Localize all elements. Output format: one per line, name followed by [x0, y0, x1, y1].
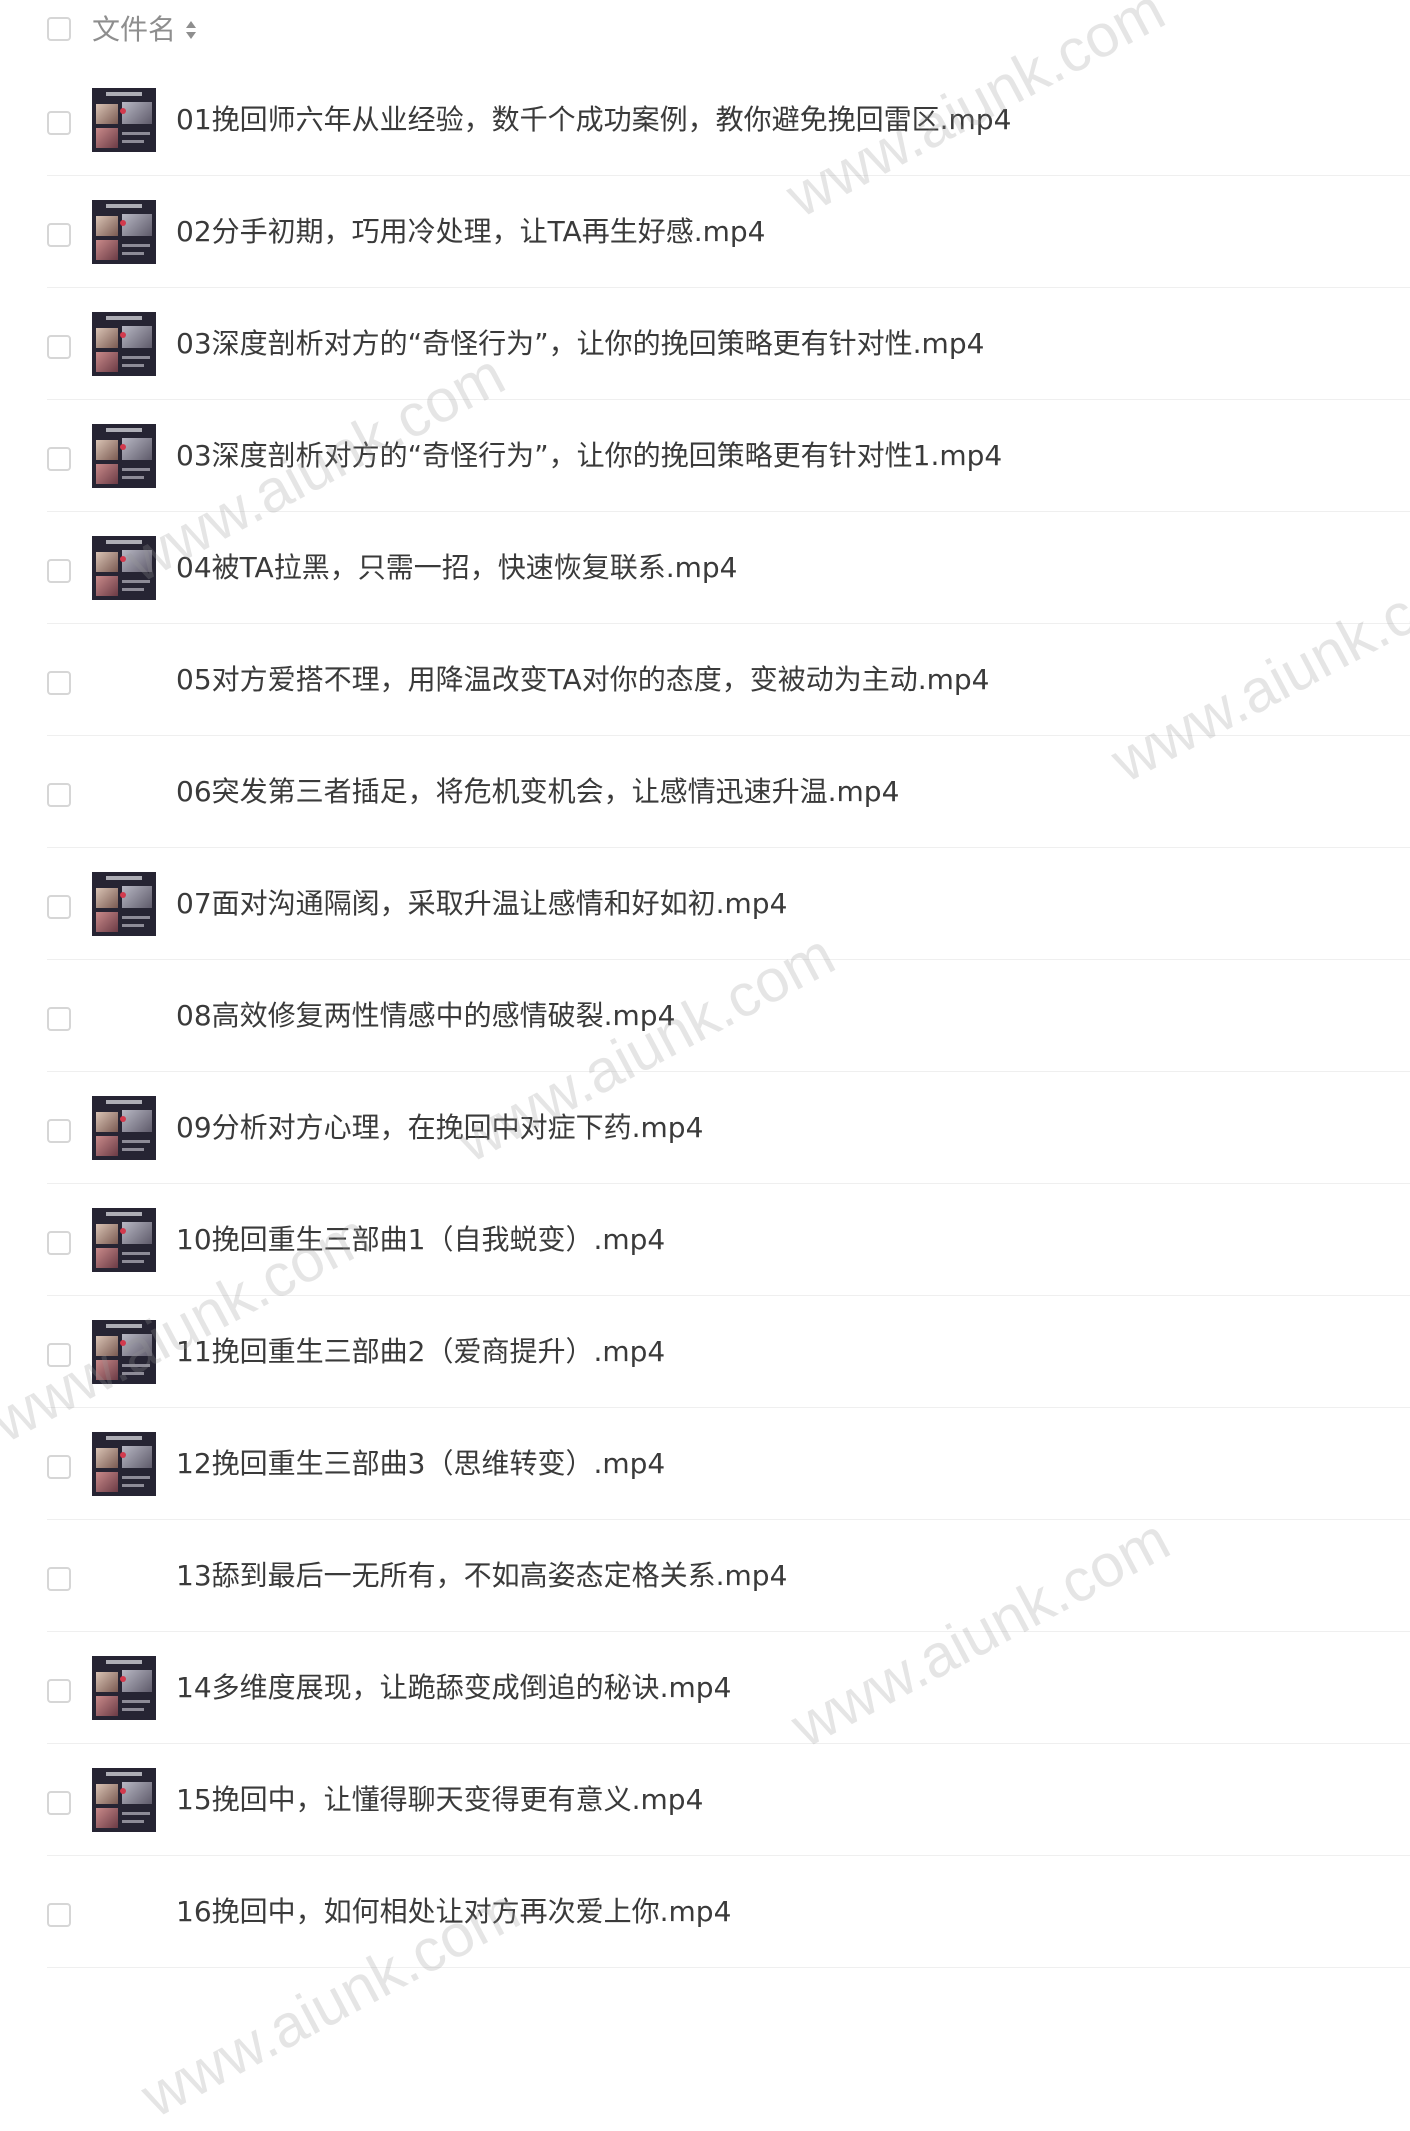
- file-name[interactable]: 10挽回重生三部曲1（自我蜕变）.mp4: [176, 1220, 665, 1260]
- file-row[interactable]: 11挽回重生三部曲2（爱商提升）.mp4: [47, 1296, 1410, 1408]
- video-thumbnail: [92, 1432, 156, 1496]
- file-row-checkbox[interactable]: [47, 671, 71, 695]
- video-thumbnail-empty: [92, 1544, 156, 1608]
- file-row[interactable]: 16挽回中，如何相处让对方再次爱上你.mp4: [47, 1856, 1410, 1968]
- file-row[interactable]: 04被TA拉黑，只需一招，快速恢复联系.mp4: [47, 512, 1410, 624]
- select-all-checkbox[interactable]: [47, 17, 71, 41]
- video-thumbnail: [92, 88, 156, 152]
- video-thumbnail: [92, 536, 156, 600]
- file-name[interactable]: 03深度剖析对方的“奇怪行为”，让你的挽回策略更有针对性.mp4: [176, 324, 984, 364]
- file-name[interactable]: 09分析对方心理，在挽回中对症下药.mp4: [176, 1108, 703, 1148]
- file-name[interactable]: 16挽回中，如何相处让对方再次爱上你.mp4: [176, 1892, 731, 1932]
- file-name[interactable]: 03深度剖析对方的“奇怪行为”，让你的挽回策略更有针对性1.mp4: [176, 436, 1002, 476]
- file-row-checkbox[interactable]: [47, 559, 71, 583]
- file-name[interactable]: 01挽回师六年从业经验，数千个成功案例，教你避免挽回雷区.mp4: [176, 100, 1011, 140]
- file-row-checkbox[interactable]: [47, 783, 71, 807]
- video-thumbnail-empty: [92, 1880, 156, 1944]
- file-name[interactable]: 12挽回重生三部曲3（思维转变）.mp4: [176, 1444, 665, 1484]
- video-thumbnail: [92, 312, 156, 376]
- file-row[interactable]: 09分析对方心理，在挽回中对症下药.mp4: [47, 1072, 1410, 1184]
- video-thumbnail-empty: [92, 984, 156, 1048]
- file-row-checkbox[interactable]: [47, 1007, 71, 1031]
- video-thumbnail: [92, 200, 156, 264]
- file-name[interactable]: 14多维度展现，让跪舔变成倒追的秘诀.mp4: [176, 1668, 731, 1708]
- file-name[interactable]: 04被TA拉黑，只需一招，快速恢复联系.mp4: [176, 548, 737, 588]
- file-row[interactable]: 02分手初期，巧用冷处理，让TA再生好感.mp4: [47, 176, 1410, 288]
- video-thumbnail-empty: [92, 760, 156, 824]
- file-name[interactable]: 15挽回中，让懂得聊天变得更有意义.mp4: [176, 1780, 703, 1820]
- file-row-checkbox[interactable]: [47, 1119, 71, 1143]
- file-row[interactable]: 10挽回重生三部曲1（自我蜕变）.mp4: [47, 1184, 1410, 1296]
- file-row-checkbox[interactable]: [47, 1903, 71, 1927]
- file-name[interactable]: 07面对沟通隔阂，采取升温让感情和好如初.mp4: [176, 884, 787, 924]
- file-list: 文件名 01挽回师六年从业经验，数千个成功案例，教你避免挽回雷区.mp4 02分手…: [0, 0, 1410, 1968]
- file-row[interactable]: 14多维度展现，让跪舔变成倒追的秘诀.mp4: [47, 1632, 1410, 1744]
- video-thumbnail: [92, 1320, 156, 1384]
- file-row[interactable]: 05对方爱搭不理，用降温改变TA对你的态度，变被动为主动.mp4: [47, 624, 1410, 736]
- sort-updown-icon[interactable]: [184, 19, 198, 41]
- file-row[interactable]: 03深度剖析对方的“奇怪行为”，让你的挽回策略更有针对性.mp4: [47, 288, 1410, 400]
- file-row[interactable]: 12挽回重生三部曲3（思维转变）.mp4: [47, 1408, 1410, 1520]
- video-thumbnail: [92, 1208, 156, 1272]
- file-row-checkbox[interactable]: [47, 1679, 71, 1703]
- video-thumbnail: [92, 1768, 156, 1832]
- file-row-checkbox[interactable]: [47, 895, 71, 919]
- file-row-checkbox[interactable]: [47, 223, 71, 247]
- video-thumbnail: [92, 872, 156, 936]
- file-name[interactable]: 05对方爱搭不理，用降温改变TA对你的态度，变被动为主动.mp4: [176, 660, 989, 700]
- file-row[interactable]: 07面对沟通隔阂，采取升温让感情和好如初.mp4: [47, 848, 1410, 960]
- file-row-checkbox[interactable]: [47, 111, 71, 135]
- video-thumbnail: [92, 1656, 156, 1720]
- file-row[interactable]: 03深度剖析对方的“奇怪行为”，让你的挽回策略更有针对性1.mp4: [47, 400, 1410, 512]
- file-name[interactable]: 08高效修复两性情感中的感情破裂.mp4: [176, 996, 675, 1036]
- video-thumbnail: [92, 424, 156, 488]
- file-row-checkbox[interactable]: [47, 447, 71, 471]
- file-name[interactable]: 06突发第三者插足，将危机变机会，让感情迅速升温.mp4: [176, 772, 899, 812]
- file-row[interactable]: 08高效修复两性情感中的感情破裂.mp4: [47, 960, 1410, 1072]
- video-thumbnail-empty: [92, 648, 156, 712]
- file-name[interactable]: 02分手初期，巧用冷处理，让TA再生好感.mp4: [176, 212, 765, 252]
- file-row-checkbox[interactable]: [47, 1791, 71, 1815]
- list-header: 文件名: [0, 0, 1410, 60]
- file-row-checkbox[interactable]: [47, 1231, 71, 1255]
- file-row[interactable]: 13舔到最后一无所有，不如高姿态定格关系.mp4: [47, 1520, 1410, 1632]
- filename-column-header[interactable]: 文件名: [92, 12, 176, 48]
- file-row-checkbox[interactable]: [47, 335, 71, 359]
- file-name[interactable]: 13舔到最后一无所有，不如高姿态定格关系.mp4: [176, 1556, 787, 1596]
- file-row[interactable]: 15挽回中，让懂得聊天变得更有意义.mp4: [47, 1744, 1410, 1856]
- file-name[interactable]: 11挽回重生三部曲2（爱商提升）.mp4: [176, 1332, 665, 1372]
- file-row-checkbox[interactable]: [47, 1343, 71, 1367]
- file-row-checkbox[interactable]: [47, 1567, 71, 1591]
- video-thumbnail: [92, 1096, 156, 1160]
- file-row[interactable]: 01挽回师六年从业经验，数千个成功案例，教你避免挽回雷区.mp4: [47, 64, 1410, 176]
- file-row[interactable]: 06突发第三者插足，将危机变机会，让感情迅速升温.mp4: [47, 736, 1410, 848]
- file-row-checkbox[interactable]: [47, 1455, 71, 1479]
